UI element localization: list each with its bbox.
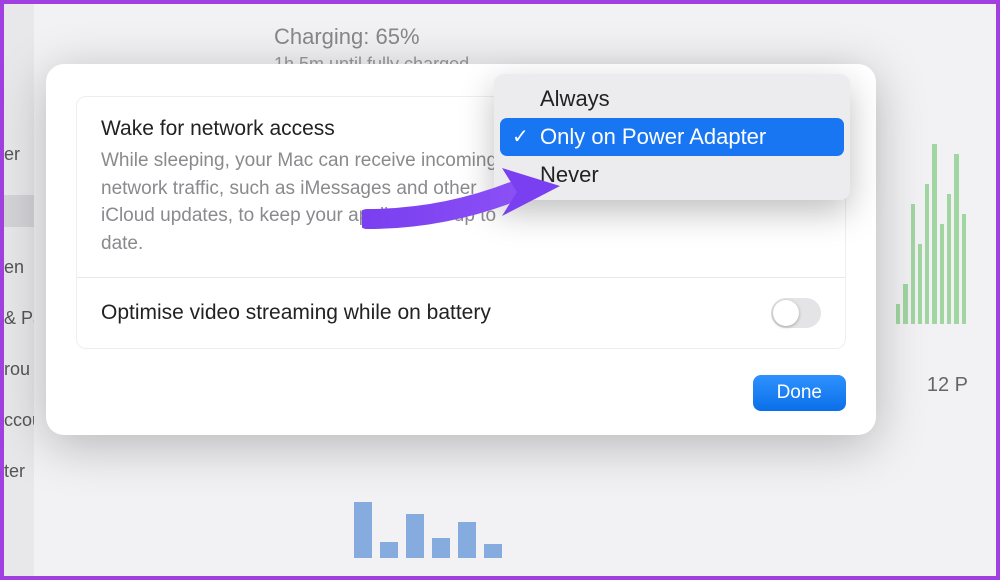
dropdown-option-never[interactable]: Never	[500, 156, 844, 194]
optimise-toggle[interactable]	[771, 298, 821, 328]
dropdown-option-only-on-power-adapter[interactable]: Only on Power Adapter	[500, 118, 844, 156]
sidebar-fragment: ccounts	[4, 410, 34, 431]
background-sidebar: er en & Pa rou ccounts ter	[4, 4, 34, 576]
sidebar-fragment-selected	[4, 195, 34, 227]
sidebar-fragment: rou	[4, 359, 34, 380]
dropdown-option-always[interactable]: Always	[500, 80, 844, 118]
sidebar-fragment: ter	[4, 461, 34, 482]
optimise-label: Optimise video streaming while on batter…	[101, 301, 491, 325]
background-blue-chart	[354, 478, 554, 558]
background-green-chart	[896, 124, 966, 324]
charging-status: Charging: 65%	[274, 24, 420, 50]
toggle-knob	[773, 300, 799, 326]
sidebar-fragment: er	[4, 144, 34, 165]
axis-label: 12 P	[927, 374, 968, 397]
done-button[interactable]: Done	[753, 375, 846, 411]
wake-mode-dropdown[interactable]: AlwaysOnly on Power AdapterNever	[494, 74, 850, 200]
dialog-footer: Done	[76, 375, 846, 411]
sidebar-fragment: en	[4, 257, 34, 278]
sidebar-fragment: & Pa	[4, 308, 34, 329]
wake-description: While sleeping, your Mac can receive inc…	[101, 147, 521, 257]
optimise-video-row: Optimise video streaming while on batter…	[77, 277, 845, 348]
